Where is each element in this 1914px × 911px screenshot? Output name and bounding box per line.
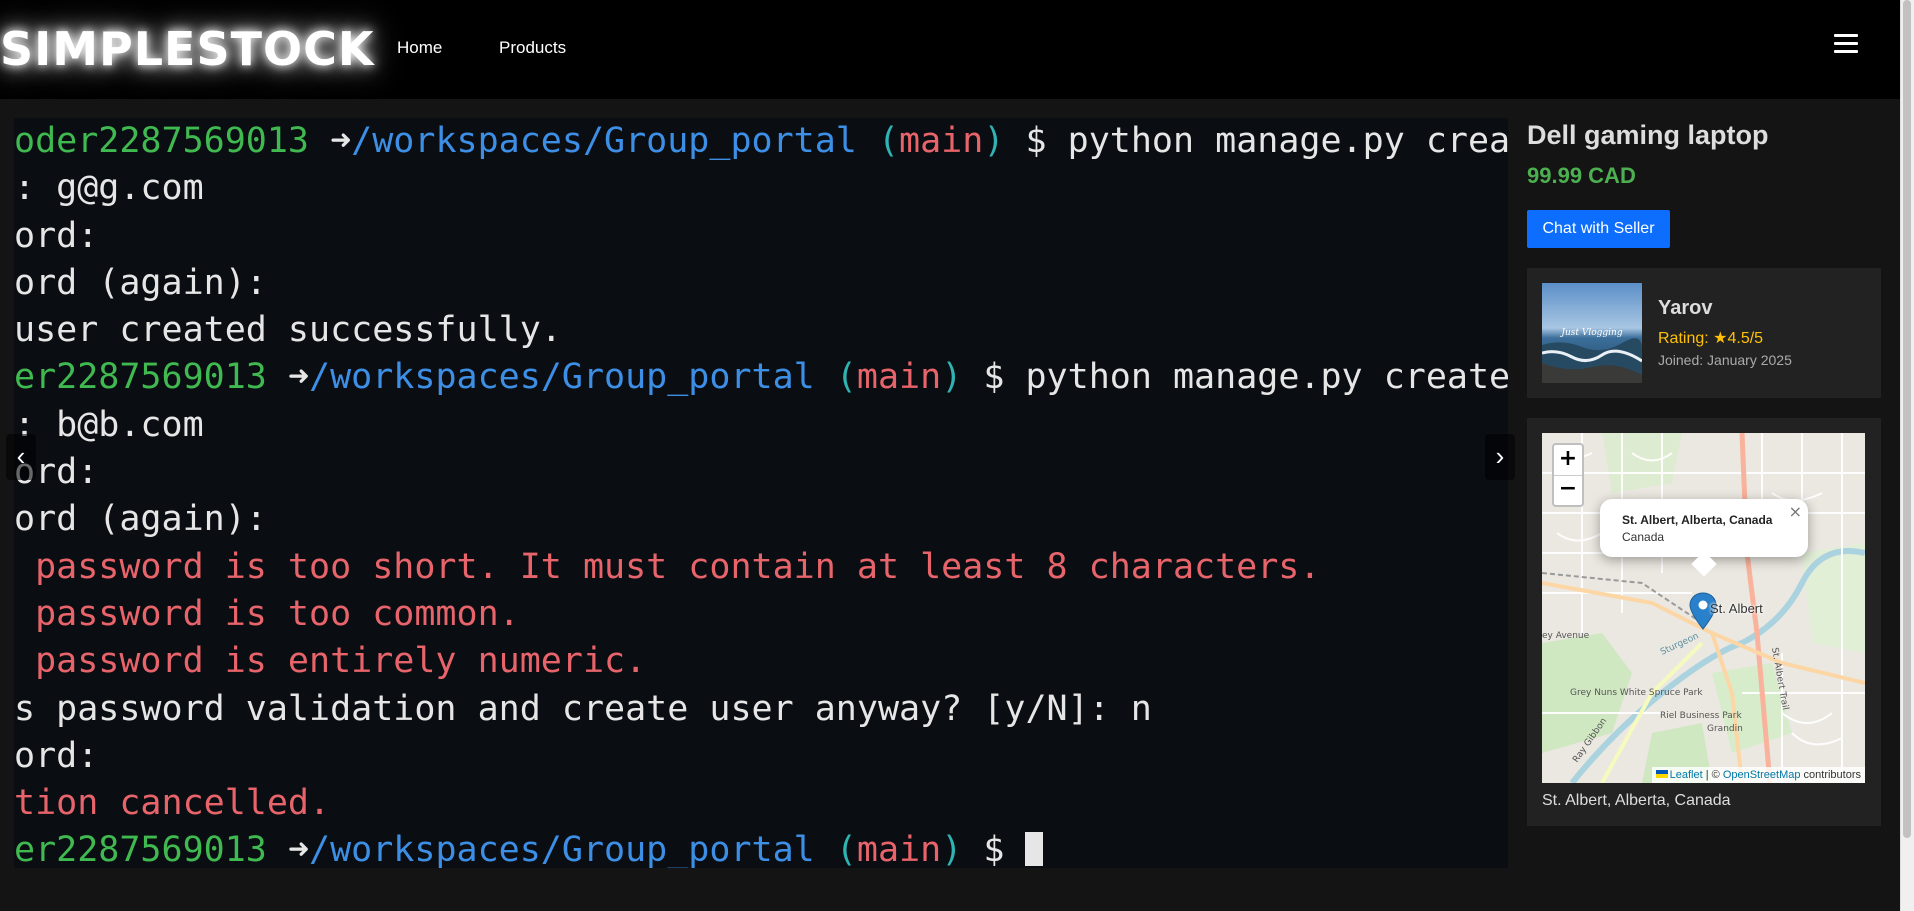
map-popup: St. Albert, Alberta, Canada Canada × bbox=[1600, 499, 1808, 577]
terminal-line: password is entirely numeric. bbox=[14, 641, 647, 682]
seller-avatar[interactable]: Just Vlogging bbox=[1542, 283, 1642, 383]
zoom-in-button[interactable]: + bbox=[1554, 445, 1582, 476]
navbar: SIMPLESTOCK Home Products bbox=[0, 0, 1900, 99]
map-tiles: Grey Nuns White Spruce Park Riel Busines… bbox=[1542, 433, 1865, 783]
terminal-line: user created successfully. bbox=[14, 310, 562, 351]
terminal-line: s password validation and create user an… bbox=[14, 688, 1152, 729]
location-map[interactable]: Grey Nuns White Spruce Park Riel Busines… bbox=[1542, 433, 1865, 783]
chat-with-seller-button[interactable]: Chat with Seller bbox=[1527, 210, 1670, 248]
map-zoom-control: + − bbox=[1552, 443, 1584, 507]
terminal-cursor bbox=[1025, 832, 1044, 867]
map-street-label: Riel Business Park bbox=[1660, 711, 1742, 721]
seller-name: Yarov bbox=[1658, 297, 1713, 319]
location-card: Grey Nuns White Spruce Park Riel Busines… bbox=[1527, 418, 1881, 826]
terminal-line: ord: bbox=[14, 735, 99, 776]
map-place-label: St. Albert bbox=[1710, 601, 1763, 616]
terminal-line: er2287569013 ➜/workspaces/Group_portal (… bbox=[14, 827, 1508, 868]
map-street-label: ey Avenue bbox=[1542, 631, 1590, 641]
terminal-line: : g@g.com bbox=[14, 168, 204, 209]
terminal-line: ord (again): bbox=[14, 499, 267, 540]
avatar-logo-text: Just Vlogging bbox=[1559, 328, 1622, 338]
map-attribution: Leaflet | © OpenStreetMap contributors bbox=[1651, 767, 1865, 783]
terminal-line: tion cancelled. bbox=[14, 783, 331, 824]
map-street-label: Grandin bbox=[1707, 724, 1743, 734]
terminal-line: er2287569013 ➜/workspaces/Group_portal (… bbox=[14, 357, 1508, 398]
carousel-prev-button[interactable]: ‹ bbox=[6, 434, 36, 480]
product-title: Dell gaming laptop bbox=[1527, 120, 1769, 150]
leaflet-link[interactable]: Leaflet bbox=[1670, 769, 1703, 781]
popup-close-icon[interactable]: × bbox=[1789, 502, 1802, 521]
zoom-out-button[interactable]: − bbox=[1554, 475, 1582, 505]
seller-card: Just Vlogging Yarov Rating: ★4.5/5 Joine… bbox=[1527, 268, 1881, 398]
nav-products-link[interactable]: Products bbox=[499, 38, 566, 58]
terminal-line: oder2287569013 ➜/workspaces/Group_portal… bbox=[14, 121, 1508, 161]
product-price: 99.99 CAD bbox=[1527, 163, 1636, 188]
page-scrollbar[interactable] bbox=[1900, 0, 1914, 911]
terminal-line: : b@b.com bbox=[14, 404, 204, 445]
openstreetmap-link[interactable]: OpenStreetMap bbox=[1723, 769, 1801, 781]
product-image-terminal-screenshot: oder2287569013 ➜/workspaces/Group_portal… bbox=[14, 118, 1508, 868]
carousel-next-button[interactable]: › bbox=[1485, 434, 1515, 480]
location-caption: St. Albert, Alberta, Canada bbox=[1542, 792, 1731, 809]
map-street-label: Grey Nuns White Spruce Park bbox=[1570, 688, 1703, 698]
terminal-line: ord (again): bbox=[14, 262, 267, 303]
product-image-carousel: oder2287569013 ➜/workspaces/Group_portal… bbox=[14, 118, 1508, 868]
terminal-line: password is too short. It must contain a… bbox=[14, 546, 1321, 587]
nav-home-link[interactable]: Home bbox=[397, 38, 442, 58]
popup-title: St. Albert, Alberta, Canada bbox=[1622, 513, 1773, 527]
terminal-line: password is too common. bbox=[14, 593, 520, 634]
hamburger-icon[interactable] bbox=[1834, 32, 1860, 56]
popup-subtitle: Canada bbox=[1622, 530, 1665, 544]
terminal-line: ord: bbox=[14, 215, 99, 256]
seller-rating: Rating: ★4.5/5 bbox=[1658, 330, 1764, 347]
site-logo[interactable]: SIMPLESTOCK bbox=[0, 22, 375, 76]
ukraine-flag-icon bbox=[1655, 770, 1668, 778]
seller-joined-date: Joined: January 2025 bbox=[1658, 352, 1792, 368]
terminal-line: ord: bbox=[14, 452, 99, 493]
scrollbar-thumb[interactable] bbox=[1903, 0, 1911, 838]
